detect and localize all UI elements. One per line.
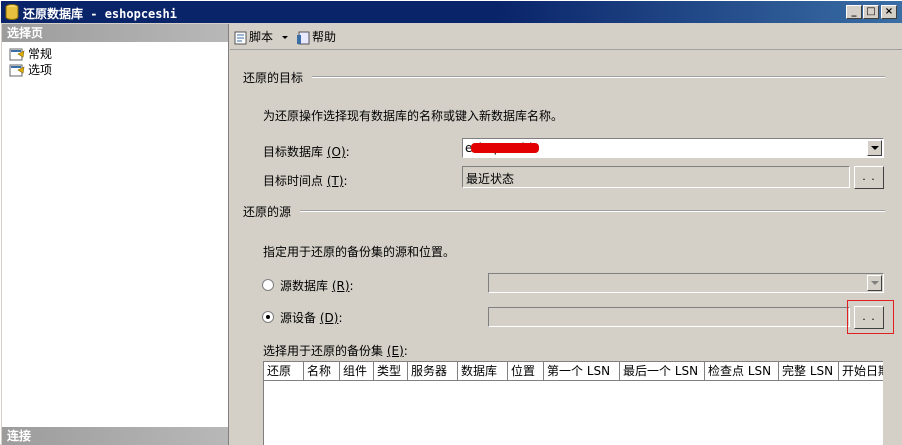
- script-icon: [234, 31, 247, 44]
- page-item-label: 常规: [28, 47, 53, 61]
- close-button[interactable]: ×: [881, 5, 897, 19]
- source-device-radio[interactable]: [262, 311, 274, 323]
- column-header-component[interactable]: 组件: [340, 362, 374, 381]
- backup-sets-grid[interactable]: 还原 名称 组件 类型 服务器 数据库 位置 第一个 LSN 最后一个 LSN …: [263, 361, 883, 445]
- page-item-label: 选项: [28, 63, 53, 77]
- target-time-browse-button[interactable]: . .: [854, 166, 884, 189]
- section-divider: [300, 210, 885, 212]
- column-header-restore[interactable]: 还原: [264, 362, 304, 381]
- column-header-type[interactable]: 类型: [374, 362, 408, 381]
- toolbar: 脚本 帮助: [230, 24, 902, 50]
- radio-selected-dot: [266, 315, 270, 319]
- target-db-combobox[interactable]: eshopceshi: [462, 138, 884, 158]
- column-header-checkpoint-lsn[interactable]: 检查点 LSN: [705, 362, 779, 381]
- restore-target-description: 为还原操作选择现有数据库的名称或键入新数据库名称。: [263, 109, 564, 123]
- help-button[interactable]: 帮助: [296, 28, 336, 46]
- section-divider: [312, 76, 885, 78]
- backup-sets-label: 选择用于还原的备份集 (E):: [263, 344, 408, 358]
- main-content: 还原的目标 为还原操作选择现有数据库的名称或键入新数据库名称。 目标数据库 (O…: [230, 51, 902, 445]
- restore-database-window: 还原数据库 - eshopceshi _ □ × 选择页 常规 选项 连接 脚本…: [0, 0, 902, 445]
- maximize-button[interactable]: □: [863, 5, 879, 19]
- target-time-field: 最近状态: [462, 166, 850, 188]
- restore-target-heading: 还原的目标: [243, 71, 304, 85]
- chevron-down-icon: [871, 146, 879, 150]
- chevron-down-icon: [281, 36, 288, 39]
- help-label: 帮助: [312, 30, 337, 44]
- script-label: 脚本: [249, 30, 274, 44]
- column-header-last-lsn[interactable]: 最后一个 LSN: [620, 362, 705, 381]
- minimize-icon: _: [851, 6, 857, 17]
- database-icon: [5, 4, 19, 20]
- target-db-label: 目标数据库 (O):: [263, 145, 350, 159]
- chevron-down-icon: [871, 281, 879, 285]
- source-device-label: 源设备 (D):: [280, 311, 343, 325]
- window-title: 还原数据库 - eshopceshi: [23, 7, 177, 21]
- source-db-label: 源数据库 (R):: [280, 279, 354, 293]
- help-icon: [297, 31, 310, 44]
- column-header-name[interactable]: 名称: [304, 362, 340, 381]
- source-db-combobox[interactable]: [488, 273, 884, 293]
- page-item-options[interactable]: 选项: [9, 62, 52, 78]
- column-header-start-date[interactable]: 开始日期: [839, 362, 883, 381]
- redaction-mark: [471, 143, 539, 153]
- source-device-field: [488, 307, 850, 327]
- page-item-general[interactable]: 常规: [9, 46, 52, 62]
- target-time-label: 目标时间点 (T):: [263, 174, 348, 188]
- restore-source-heading: 还原的源: [243, 205, 292, 219]
- source-db-dropdown-button[interactable]: [867, 275, 882, 291]
- page-settings-icon: [9, 48, 25, 61]
- minimize-button[interactable]: _: [846, 5, 862, 19]
- script-button[interactable]: 脚本: [233, 28, 288, 46]
- connection-header: 连接: [2, 427, 228, 445]
- column-header-server[interactable]: 服务器: [408, 362, 458, 381]
- select-page-pane: 选择页 常规 选项 连接: [2, 24, 229, 445]
- target-time-value: 最近状态: [466, 172, 515, 186]
- source-device-browse-button[interactable]: . .: [854, 306, 884, 329]
- column-header-database[interactable]: 数据库: [458, 362, 508, 381]
- column-header-position[interactable]: 位置: [508, 362, 544, 381]
- title-bar[interactable]: 还原数据库 - eshopceshi _ □ ×: [1, 1, 902, 23]
- select-page-header: 选择页: [2, 24, 228, 42]
- close-icon: ×: [884, 6, 894, 17]
- restore-source-description: 指定用于还原的备份集的源和位置。: [263, 245, 456, 259]
- maximize-icon: □: [866, 6, 876, 17]
- source-db-radio[interactable]: [262, 279, 274, 291]
- page-settings-icon: [9, 64, 25, 77]
- target-db-dropdown-button[interactable]: [867, 140, 882, 156]
- column-header-full-lsn[interactable]: 完整 LSN: [779, 362, 839, 381]
- column-header-first-lsn[interactable]: 第一个 LSN: [544, 362, 620, 381]
